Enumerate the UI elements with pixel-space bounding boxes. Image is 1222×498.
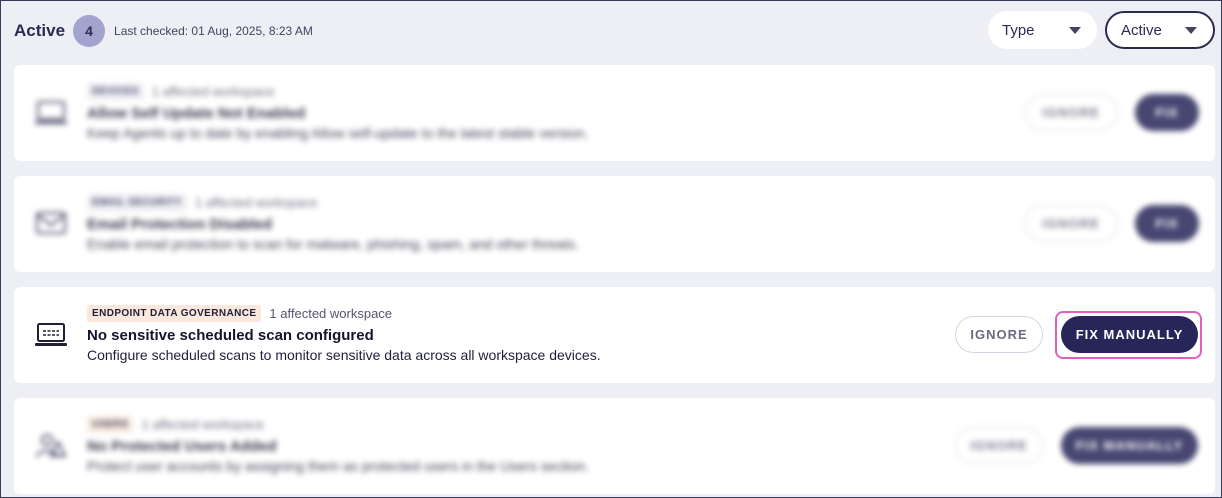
fix-manually-button[interactable]: FIX MANUALLY: [1061, 427, 1198, 464]
issue-description: Protect user accounts by assigning them …: [87, 458, 589, 474]
issue-description: Keep Agents up to date by enabling Allow…: [87, 125, 589, 141]
issue-title: No sensitive scheduled scan configured: [87, 327, 374, 344]
affected-count: 1 affected workspace: [141, 417, 265, 432]
panel-header: Active 4 Last checked: 01 Aug, 2025, 8:2…: [14, 15, 313, 47]
issue-card: DEVICES 1 affected workspace Allow Self …: [14, 65, 1215, 161]
issue-title: Email Protection Disabled: [87, 216, 273, 233]
affected-count: 1 affected workspace: [194, 195, 318, 210]
issue-meta: DEVICES 1 affected workspace: [87, 83, 274, 100]
last-checked-text: Last checked: 01 Aug, 2025, 8:23 AM: [114, 24, 313, 38]
chevron-down-icon: [1185, 26, 1197, 34]
ignore-button[interactable]: IGNORE: [1024, 94, 1118, 131]
affected-count: 1 affected workspace: [269, 306, 393, 321]
ignore-button[interactable]: IGNORE: [955, 427, 1043, 464]
issue-meta: EMAIL SECURITY 1 affected workspace: [87, 194, 318, 211]
issue-description: Configure scheduled scans to monitor sen…: [87, 347, 601, 363]
chevron-down-icon: [1069, 26, 1081, 34]
issue-description: Enable email protection to scan for malw…: [87, 236, 579, 252]
issue-card: ENDPOINT DATA GOVERNANCE 1 affected work…: [14, 287, 1215, 383]
ignore-button[interactable]: IGNORE: [955, 316, 1043, 353]
category-tag: ENDPOINT DATA GOVERNANCE: [87, 305, 262, 322]
type-filter-label: Type: [1002, 21, 1035, 39]
fix-button[interactable]: FIX: [1135, 94, 1199, 131]
issue-meta: ENDPOINT DATA GOVERNANCE 1 affected work…: [87, 305, 392, 322]
ignore-button[interactable]: IGNORE: [1024, 205, 1118, 242]
type-filter-dropdown[interactable]: Type: [988, 11, 1097, 49]
issue-title: No Protected Users Added: [87, 438, 277, 455]
affected-count: 1 affected workspace: [151, 84, 275, 99]
fix-manually-button[interactable]: FIX MANUALLY: [1061, 316, 1198, 353]
email-shield-icon: [33, 209, 69, 239]
category-tag: DEVICES: [87, 83, 144, 100]
status-filter-dropdown[interactable]: Active: [1105, 11, 1215, 49]
users-icon: [33, 431, 69, 461]
laptop-icon: [33, 98, 69, 128]
issue-title: Allow Self Update Not Enabled: [87, 105, 306, 122]
laptop-scan-icon: [33, 320, 69, 350]
issue-meta: USERS 1 affected workspace: [87, 416, 264, 433]
page-title: Active: [14, 21, 66, 40]
category-tag: EMAIL SECURITY: [87, 194, 187, 211]
status-filter-label: Active: [1121, 21, 1162, 39]
category-tag: USERS: [87, 416, 134, 433]
count-badge: 4: [73, 15, 106, 47]
fix-button[interactable]: FIX: [1135, 205, 1199, 242]
issue-card: USERS 1 affected workspace No Protected …: [14, 398, 1215, 494]
issues-panel: Active 4 Last checked: 01 Aug, 2025, 8:2…: [0, 0, 1222, 498]
issue-card: EMAIL SECURITY 1 affected workspace Emai…: [14, 176, 1215, 272]
